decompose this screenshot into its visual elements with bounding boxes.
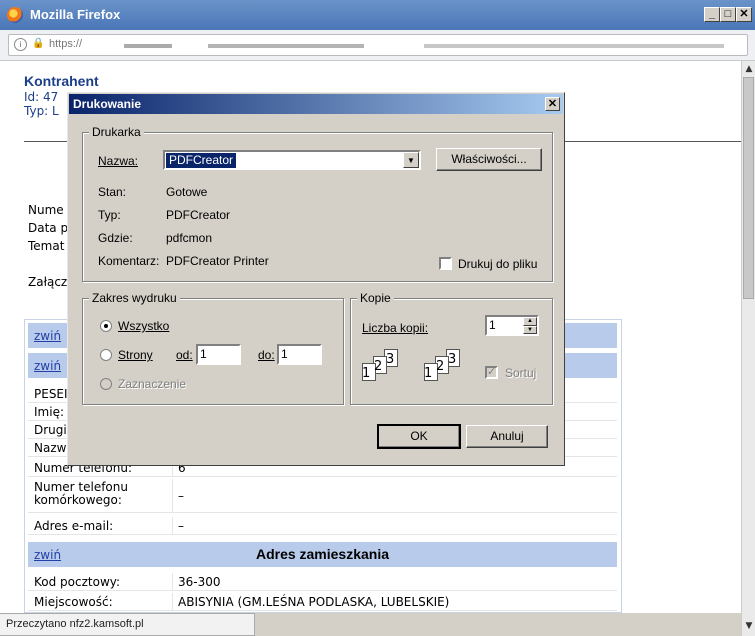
collapse-link-top[interactable]: zwiń (34, 329, 61, 343)
dialog-title-text: Drukowanie (73, 97, 142, 111)
dialog-title: Drukowanie ✕ (69, 94, 563, 114)
scroll-up-icon[interactable]: ▲ (743, 62, 755, 76)
collate-illustration-2: 1 2 3 (420, 349, 480, 389)
from-input[interactable]: 1 (196, 344, 241, 365)
title-bar: Mozilla Firefox _ □ ✕ (0, 0, 755, 30)
range-selection-radio[interactable] (100, 378, 112, 390)
row-key: Drugi (34, 423, 67, 437)
copy-number: 3 (448, 352, 457, 367)
scroll-down-icon[interactable]: ▼ (743, 619, 755, 633)
copy-number: 1 (362, 366, 371, 381)
range-selection-label: Zaznaczenie (118, 377, 187, 391)
status-label: Stan: (98, 185, 127, 199)
chevron-down-icon[interactable]: ▼ (403, 152, 419, 168)
row-key: Numer telefonu komórkowego: (34, 480, 128, 507)
status-value: Gotowe (166, 185, 208, 199)
row-value: ABISYNIA (GM.LEŚNA PODLASKA, LUBELSKIE) (178, 595, 450, 609)
range-all-radio[interactable] (100, 320, 112, 332)
table-row: Adres e-mail: – (28, 517, 617, 535)
column-separator (172, 573, 173, 590)
collapse-link-contact[interactable]: zwiń (34, 359, 61, 373)
collate-checkbox[interactable] (485, 365, 498, 379)
range-group-label: Zakres wydruku (89, 291, 180, 305)
firefox-icon (7, 7, 23, 23)
column-separator (172, 517, 173, 534)
table-row: Miejscowość: ABISYNIA (GM.LEŚNA PODLASKA… (28, 593, 617, 611)
to-input[interactable]: 1 (277, 344, 322, 365)
row-key: Kod pocztowy: (34, 575, 121, 589)
where-value: pdfcmon (166, 231, 213, 245)
section-title: Adres zamieszkania (255, 546, 390, 562)
column-separator (172, 593, 173, 610)
where-label: Gdzie: (98, 231, 133, 245)
row-key: Miejscowość: (34, 595, 113, 609)
close-button[interactable]: ✕ (736, 7, 752, 22)
address-field[interactable]: i 🔒 https:// (8, 34, 748, 56)
window-title: Mozilla Firefox (30, 7, 121, 22)
maximize-button[interactable]: □ (720, 7, 736, 22)
ok-button[interactable]: OK (377, 424, 461, 449)
spin-down-icon[interactable]: ▼ (523, 325, 537, 334)
type-label: Typ: L (24, 104, 59, 118)
type-value: PDFCreator (166, 208, 231, 222)
name-label: Nazwa: (98, 154, 139, 168)
spin-buttons[interactable]: ▲ ▼ (523, 317, 537, 334)
table-row: Numer telefonu komórkowego: – (28, 479, 617, 513)
dialog-close-icon[interactable]: ✕ (545, 97, 560, 111)
id-label: Id: 47 (24, 90, 59, 104)
bg-label-date: Data p (28, 221, 69, 235)
row-key: PESEI (34, 387, 68, 401)
printer-group-label: Drukarka (89, 125, 144, 139)
row-key: Adres e-mail: (34, 519, 114, 533)
from-label: od: (176, 348, 193, 362)
row-key: Imię: (34, 405, 64, 419)
redacted-url (124, 44, 724, 48)
row-key: Nazw (34, 441, 67, 455)
printer-select[interactable]: PDFCreator ▼ (163, 150, 421, 170)
table-row: Kod pocztowy: 36-300 (28, 573, 617, 591)
bg-label-attachment: Załącz (28, 275, 68, 289)
copies-value: 1 (489, 318, 496, 332)
copy-number: 2 (436, 359, 445, 374)
url-bar: i 🔒 https:// (0, 30, 755, 61)
vertical-scrollbar[interactable]: ▲ ▼ (741, 61, 755, 636)
cancel-button[interactable]: Anuluj (466, 425, 548, 448)
type-label: Typ: (98, 208, 121, 222)
printer-select-value: PDFCreator (166, 153, 237, 168)
browser-window: Mozilla Firefox _ □ ✕ i 🔒 https:// Kontr… (0, 0, 755, 636)
comment-value: PDFCreator Printer (166, 254, 269, 268)
section-header-address: zwiń Adres zamieszkania (28, 542, 617, 567)
scroll-thumb[interactable] (743, 77, 754, 299)
info-icon[interactable]: i (14, 38, 27, 51)
collate-label: Sortuj (505, 366, 537, 380)
copy-number: 3 (386, 352, 395, 367)
properties-button[interactable]: Właściwości... (436, 148, 542, 171)
row-value: 36-300 (178, 575, 221, 589)
column-separator (172, 479, 173, 512)
copies-stepper[interactable]: 1 ▲ ▼ (485, 315, 539, 336)
print-to-file-label[interactable]: Drukuj do pliku (458, 257, 537, 271)
bg-label-number: Nume (28, 203, 64, 217)
row-value: – (178, 489, 184, 503)
copy-number: 1 (424, 366, 433, 381)
range-all-label[interactable]: Wszystko (118, 319, 169, 333)
range-pages-radio[interactable] (100, 349, 112, 361)
range-pages-label[interactable]: Strony (118, 348, 153, 362)
collate-illustration-1: 1 2 3 (358, 349, 418, 389)
page-heading: Kontrahent (24, 73, 99, 89)
print-to-file-checkbox[interactable] (439, 257, 452, 270)
url-text: https:// (49, 38, 83, 50)
copy-number: 2 (374, 359, 383, 374)
print-dialog: Drukowanie ✕ Drukarka Nazwa: PDFCreator … (67, 92, 565, 466)
bg-label-subject: Temat (28, 239, 65, 253)
copies-label: Liczba kopii: (362, 321, 429, 335)
status-bar: Przeczytano nfz2.kamsoft.pl (0, 613, 255, 636)
copies-group-label: Kopie (357, 291, 394, 305)
row-value: – (178, 519, 184, 533)
spin-up-icon[interactable]: ▲ (523, 317, 537, 326)
to-label: do: (258, 348, 275, 362)
comment-label: Komentarz: (98, 254, 160, 268)
lock-warning-icon[interactable]: 🔒 (32, 38, 44, 49)
minimize-button[interactable]: _ (704, 7, 720, 22)
